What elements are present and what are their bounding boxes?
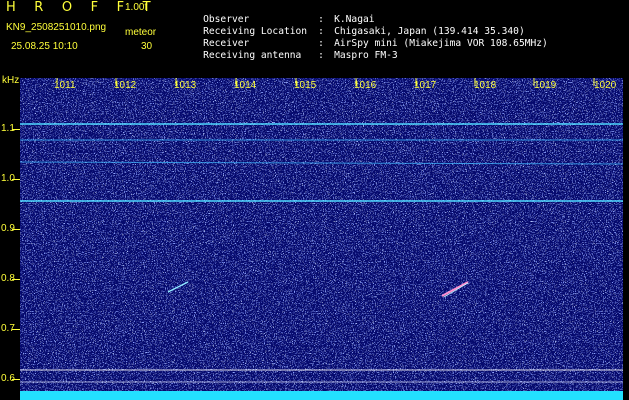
x-tick-label: 1013 <box>174 80 197 91</box>
bottom-band <box>20 391 623 400</box>
spectrogram-canvas <box>20 78 623 400</box>
x-tick-label: 1020 <box>594 80 617 91</box>
meteor-label: meteor <box>125 27 157 38</box>
x-tick-label: 1017 <box>414 80 437 91</box>
y-tick-mark <box>12 329 20 330</box>
x-tick-label: 1014 <box>234 80 257 91</box>
y-tick-mark <box>12 229 20 230</box>
info-row-antenna: Receiving antenna: Maspro FM-3 <box>203 50 398 61</box>
y-tick-mark <box>12 179 20 180</box>
meteor-count: 30 <box>141 41 153 52</box>
y-axis-unit: kHz <box>2 75 20 86</box>
x-tick-label: 1019 <box>534 80 557 91</box>
y-tick-mark <box>12 379 20 380</box>
header-panel: H R O F F T 1.00f KN9_2508251010.png met… <box>0 0 629 76</box>
spectrogram-plot <box>20 78 623 400</box>
x-tick-label: 1015 <box>294 80 317 91</box>
y-tick-mark <box>12 129 20 130</box>
x-tick-label: 1016 <box>354 80 377 91</box>
y-tick-mark <box>12 279 20 280</box>
x-tick-label: 1012 <box>114 80 137 91</box>
info-value: Maspro FM-3 <box>334 50 398 61</box>
date-time: 25.08.25 10:10 <box>11 41 78 52</box>
x-tick-label: 1011 <box>54 80 76 91</box>
info-key: Receiving antenna <box>203 50 302 61</box>
x-tick-label: 1018 <box>474 80 497 91</box>
version-label: 1.00f <box>125 2 148 13</box>
file-name: KN9_2508251010.png <box>6 22 107 33</box>
